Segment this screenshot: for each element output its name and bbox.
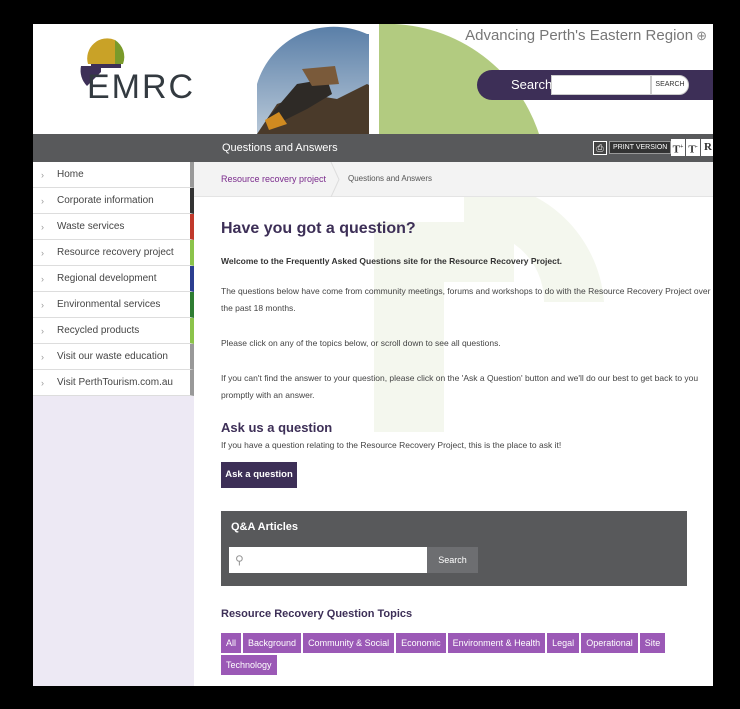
printer-icon: ⎙ [593,140,607,155]
page-heading: Have you got a question? [221,220,416,237]
font-reset-button[interactable]: R [701,139,713,156]
tagline: Advancing Perth's Eastern Region ⊕ [465,27,707,44]
chevron-right-icon: › [41,196,44,206]
topic-technology[interactable]: Technology [221,655,277,675]
topic-legal[interactable]: Legal [547,633,580,653]
sidebar-item-home[interactable]: › Home [33,162,194,188]
share-icon: ⊕ [696,28,707,43]
sidebar-item-resource-recovery-project[interactable]: › Resource recovery project [33,240,194,266]
breadcrumb-parent-link[interactable]: Resource recovery project [221,174,326,184]
sidebar-item-recycled-products[interactable]: › Recycled products [33,318,194,344]
print-version-button[interactable]: ⎙ PRINT VERSION [593,139,672,156]
qa-search-input[interactable] [229,547,427,573]
page-title: Questions and Answers [222,142,338,154]
print-label: PRINT VERSION [609,141,672,154]
body-paragraph-2: Please click on any of the topics below,… [221,338,501,348]
chevron-right-icon: › [41,352,44,362]
search-button[interactable]: SEARCH [651,75,689,95]
search-label: Search: [511,77,556,92]
chevron-right-icon: › [41,222,44,232]
topic-site[interactable]: Site [639,633,666,653]
body-paragraph-3: If you can't find the answer to your que… [221,373,699,400]
header-search: Search: SEARCH [477,70,713,100]
sidebar-item-regional-development[interactable]: › Regional development [33,266,194,292]
chevron-right-icon: › [41,274,44,284]
intro-text: Welcome to the Frequently Asked Question… [221,256,563,266]
logo-text: EMRC [87,68,196,106]
chevron-right-icon: › [41,326,44,336]
ask-subtext: If you have a question relating to the R… [221,440,562,450]
body-paragraph-1: The questions below have come from commu… [221,286,711,313]
main-content: Resource recovery project Questions and … [194,162,713,686]
page-frame: EMRC Advancing Perth's Eastern Region ⊕ S… [33,24,713,686]
sidebar-item-corporate-information[interactable]: › Corporate information [33,188,194,214]
toolbar: Questions and Answers ⎙ PRINT VERSION T+… [33,134,713,162]
font-decrease-button[interactable]: T- [686,139,700,156]
qa-title: Q&A Articles [231,521,299,533]
sidebar-item-waste-education[interactable]: ›Visit our waste education website [33,344,194,388]
breadcrumb-current: Questions and Answers [348,174,433,183]
sidebar-item-environmental-services[interactable]: › Environmental services [33,292,194,318]
chevron-right-icon: › [41,248,44,258]
chevron-right-icon: › [41,300,44,310]
topic-all[interactable]: All [221,633,242,653]
chevron-right-icon: › [41,170,44,180]
topic-community-social[interactable]: Community & Social [303,633,395,653]
sidebar-nav: › Home › Corporate information › Waste serv… [33,162,194,686]
breadcrumb: Resource recovery project Questions and … [194,162,713,197]
search-icon: ⚲ [235,553,244,567]
breadcrumb-separator-icon [330,162,340,197]
topic-operational[interactable]: Operational [581,633,638,653]
qa-search-button[interactable]: Search [427,547,478,573]
site-header: EMRC Advancing Perth's Eastern Region ⊕ S… [33,24,713,134]
hero-image [257,26,377,134]
qa-articles-panel: Q&A Articles ⚲ Search [221,511,687,586]
ask-question-button[interactable]: Ask a question [221,462,297,488]
topic-list: All Background Community & Social Econom… [221,633,691,675]
font-increase-button[interactable]: T+ [671,139,685,156]
topic-background[interactable]: Background [243,633,302,653]
search-input[interactable] [551,75,651,95]
sidebar-item-waste-services[interactable]: › Waste services [33,214,194,240]
chevron-right-icon: › [41,378,44,388]
sidebar-item-perth-tourism[interactable]: › Visit PerthTourism.com.au [33,370,194,396]
topic-economic[interactable]: Economic [396,633,446,653]
topic-environment-health[interactable]: Environment & Health [447,633,546,653]
ask-heading: Ask us a question [221,420,333,435]
topics-title: Resource Recovery Question Topics [221,608,413,620]
